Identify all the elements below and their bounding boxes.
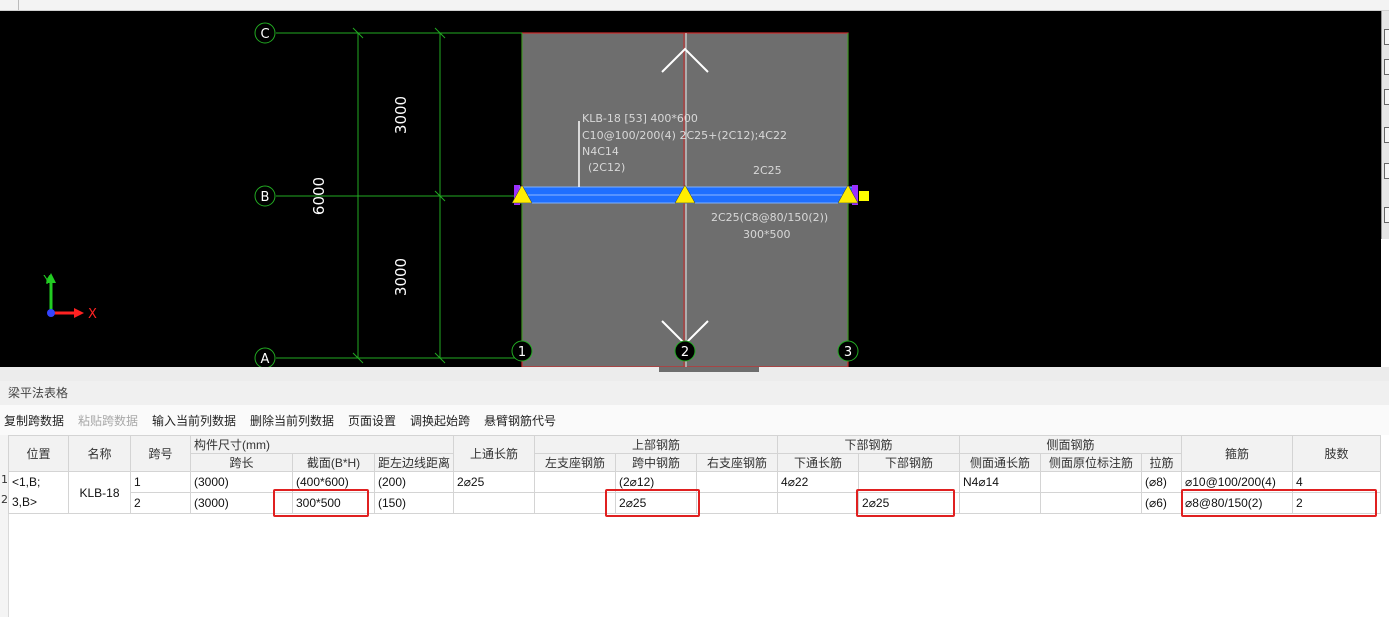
- header-bottom-through: 下通长筋: [777, 453, 860, 472]
- header-stirrup: 箍筋: [1181, 435, 1294, 472]
- axis-label-b: B: [261, 190, 270, 205]
- top-bar: [0, 0, 1389, 11]
- header-dims-group: 构件尺寸(mm): [189, 435, 455, 454]
- position-line2: 3,B>: [12, 495, 38, 509]
- position-line1: <1,B;: [12, 475, 41, 489]
- dim-text-total: 6000: [310, 177, 328, 215]
- axis-bubble-a[interactable]: A: [254, 347, 276, 367]
- annotation-line2: C10@100/200(4) 2C25+(2C12);4C22: [582, 129, 787, 142]
- ucs-x-label: X: [88, 307, 97, 322]
- header-side-group: 侧面钢筋: [959, 435, 1183, 454]
- header-left-support: 左支座钢筋: [534, 453, 617, 472]
- right-tool-4-icon[interactable]: [1384, 127, 1389, 143]
- beam-grip-square[interactable]: [859, 191, 869, 201]
- axis-label-c: C: [260, 27, 269, 42]
- axis-bubble-1[interactable]: 1: [511, 340, 533, 362]
- highlight-stirrup-legs: [1181, 489, 1377, 517]
- splitter-grip[interactable]: [659, 367, 759, 372]
- cell-bottom-through[interactable]: [777, 492, 860, 514]
- axis-label-2: 2: [681, 345, 689, 360]
- right-tool-6-icon[interactable]: [1384, 207, 1389, 223]
- right-tool-2-icon[interactable]: [1384, 59, 1389, 75]
- axis-bubble-b[interactable]: B: [254, 185, 276, 207]
- cell-side-through[interactable]: [959, 492, 1042, 514]
- cell-position[interactable]: <1,B; 3,B>: [8, 471, 69, 514]
- header-right-support: 右支座钢筋: [696, 453, 779, 472]
- highlight-section: [273, 489, 369, 517]
- cell-edge-dist[interactable]: (150): [373, 492, 455, 514]
- dim-text-bottom: 3000: [392, 258, 410, 296]
- cad-drawing: C B A 1 2 3 3000 3000 6000 KLB-18 [53] 4…: [42, 22, 869, 367]
- page-setup-button[interactable]: 页面设置: [348, 412, 396, 429]
- highlight-mid-span: [605, 489, 700, 517]
- cell-name[interactable]: KLB-18: [68, 471, 131, 514]
- header-name: 名称: [68, 435, 131, 472]
- right-tool-5-icon[interactable]: [1384, 163, 1389, 179]
- right-toolbar: [1381, 11, 1389, 239]
- axis-bubble-3[interactable]: 3: [837, 340, 859, 362]
- right-tool-1-icon[interactable]: [1384, 29, 1389, 45]
- cell-right-support[interactable]: [696, 492, 779, 514]
- header-legs: 肢数: [1292, 435, 1382, 472]
- right-tool-3-icon[interactable]: [1384, 89, 1389, 105]
- cell-side-through[interactable]: N4⌀14: [959, 471, 1042, 493]
- cell-left-support[interactable]: [534, 492, 617, 514]
- header-bottom-bar: 下部钢筋: [858, 453, 961, 472]
- axis-label-3: 3: [844, 345, 852, 360]
- cell-span-no[interactable]: 2: [130, 492, 191, 514]
- beam-table-area: 1 2 位置 名称 跨号 构件尺寸(mm) 上通长筋 上部钢筋 下部钢筋 侧面钢…: [0, 435, 1389, 617]
- header-side-through: 侧面通长筋: [959, 453, 1042, 472]
- header-mid-span: 跨中钢筋: [615, 453, 698, 472]
- cell-top-through[interactable]: 2⌀25: [453, 471, 536, 493]
- annotation-span-bottom1: 2C25(C8@80/150(2)): [711, 211, 828, 224]
- axis-bubble-c[interactable]: C: [254, 22, 276, 44]
- dim-text-top: 3000: [392, 96, 410, 134]
- ucs-icon: Y X: [42, 273, 97, 322]
- axis-label-a: A: [261, 352, 270, 367]
- highlight-bottom-bar: [856, 489, 955, 517]
- cell-top-through[interactable]: [453, 492, 536, 514]
- header-tie: 拉筋: [1141, 453, 1183, 472]
- cell-span-no[interactable]: 1: [130, 471, 191, 493]
- cad-viewport[interactable]: C B A 1 2 3 3000 3000 6000 KLB-18 [53] 4…: [0, 11, 1381, 367]
- header-side-inplace: 侧面原位标注筋: [1040, 453, 1143, 472]
- cell-right-support[interactable]: [696, 471, 779, 493]
- row-number[interactable]: 1: [1, 473, 8, 486]
- annotation-span-bottom2: 300*500: [743, 228, 791, 241]
- table-toolbar: 复制跨数据 粘贴跨数据 输入当前列数据 删除当前列数据 页面设置 调换起始跨 悬…: [0, 405, 1389, 436]
- axis-label-1: 1: [518, 345, 526, 360]
- cell-bottom-through[interactable]: 4⌀22: [777, 471, 860, 493]
- cell-left-support[interactable]: [534, 471, 617, 493]
- ucs-y-label: Y: [42, 273, 51, 287]
- cell-side-inplace[interactable]: [1040, 492, 1143, 514]
- row-number[interactable]: 2: [1, 493, 8, 506]
- cantilever-code-button[interactable]: 悬臂钢筋代号: [484, 412, 556, 429]
- header-span-len: 跨长: [190, 453, 293, 472]
- annotation-line4: (2C12): [588, 161, 625, 174]
- annotation-span-top: 2C25: [753, 164, 782, 177]
- axis-bubble-2[interactable]: 2: [674, 340, 696, 362]
- header-bottom-group: 下部钢筋: [777, 435, 961, 454]
- header-top-through: 上通长筋: [453, 435, 536, 472]
- delete-column-button[interactable]: 删除当前列数据: [250, 412, 334, 429]
- annotation-line3: N4C14: [582, 145, 619, 158]
- swap-start-span-button[interactable]: 调换起始跨: [410, 412, 470, 429]
- header-position: 位置: [8, 435, 69, 472]
- top-bar-divider: [18, 0, 19, 10]
- input-column-button[interactable]: 输入当前列数据: [152, 412, 236, 429]
- paste-span-button[interactable]: 粘贴跨数据: [78, 412, 138, 429]
- panel-title: 梁平法表格: [0, 381, 1389, 405]
- header-top-group: 上部钢筋: [534, 435, 779, 454]
- cell-tie[interactable]: (⌀6): [1141, 492, 1183, 514]
- header-section: 截面(B*H): [292, 453, 375, 472]
- header-edge-dist: 距左边线距离: [373, 453, 455, 472]
- annotation-line1: KLB-18 [53] 400*600: [582, 112, 698, 125]
- cell-tie[interactable]: (⌀8): [1141, 471, 1183, 493]
- cell-edge-dist[interactable]: (200): [373, 471, 455, 493]
- cell-side-inplace[interactable]: [1040, 471, 1143, 493]
- header-span-no: 跨号: [130, 435, 191, 472]
- copy-span-button[interactable]: 复制跨数据: [4, 412, 64, 429]
- panel-splitter[interactable]: [0, 367, 1389, 382]
